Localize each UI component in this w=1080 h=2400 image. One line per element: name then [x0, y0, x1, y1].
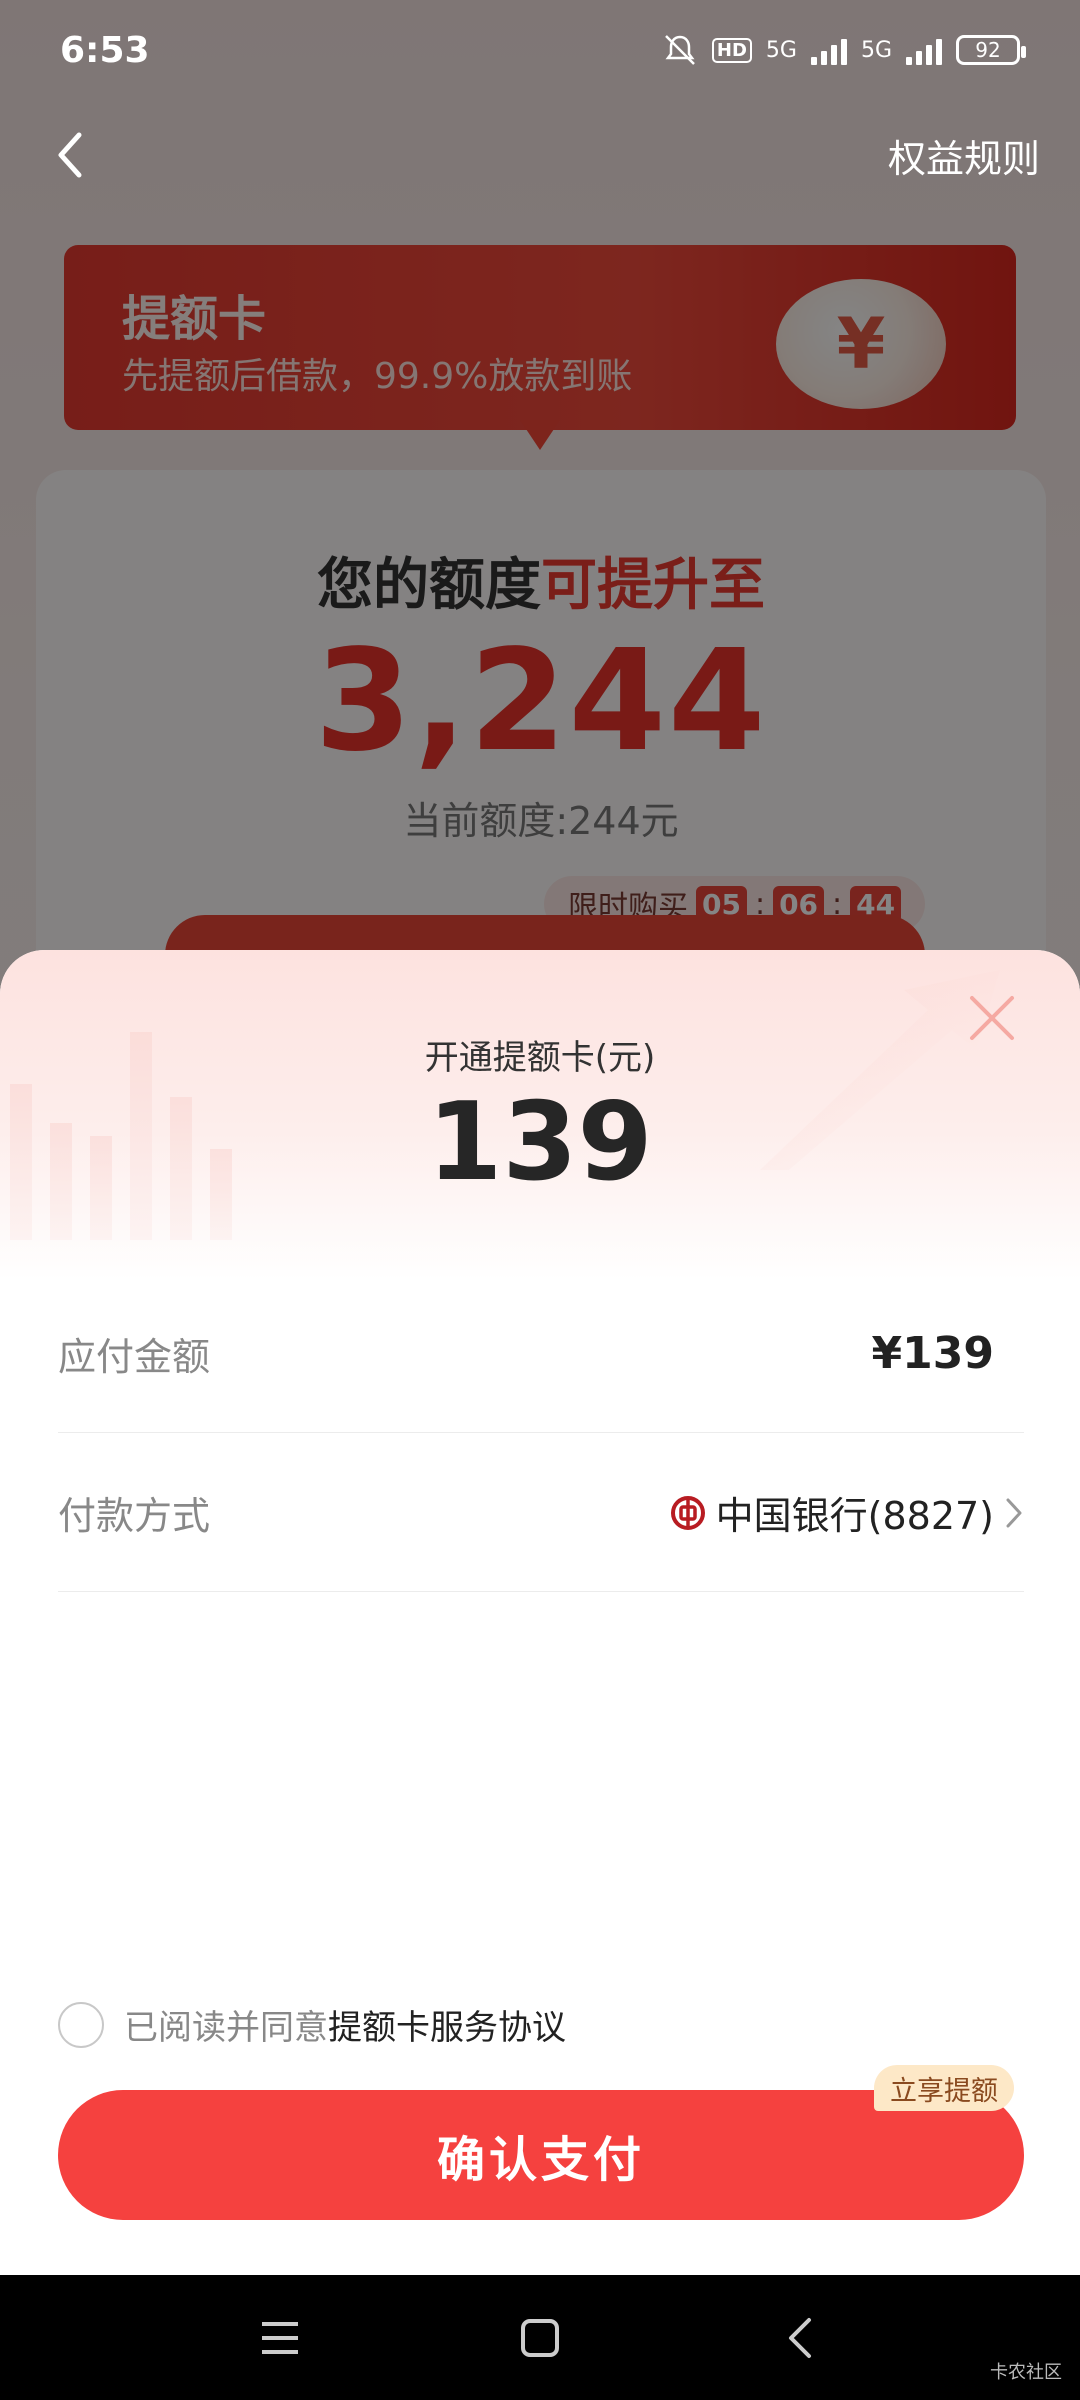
rules-link[interactable]: 权益规则 — [888, 128, 1040, 183]
payment-method-label: 付款方式 — [58, 1494, 211, 1538]
battery-icon: 92 — [956, 35, 1026, 65]
signal-icon — [810, 35, 847, 65]
signal-icon — [906, 35, 942, 65]
payable-label: 应付金额 — [58, 1335, 211, 1379]
status-icons: HD 5G 5G 92 — [662, 33, 1026, 67]
bank-of-china-icon — [670, 1495, 705, 1530]
network-label-2: 5G — [860, 37, 892, 63]
system-back-button[interactable] — [770, 2308, 830, 2368]
payment-method-selector[interactable]: 中国银行(8827) — [670, 1485, 1024, 1540]
chevron-right-icon — [1006, 1498, 1022, 1527]
sheet-amount: 139 — [427, 1080, 653, 1205]
payment-method-row[interactable]: 付款方式 中国银行(8827) — [58, 1434, 1024, 1592]
payment-method-value: 中国银行(8827) — [715, 1494, 994, 1538]
promo-badge: 立享提额 — [874, 2065, 1014, 2111]
home-button[interactable] — [510, 2308, 570, 2368]
menu-icon — [262, 2321, 298, 2354]
agreement-text: 已阅读并同意提额卡服务协议 — [124, 2000, 566, 2049]
back-triangle-icon — [789, 2317, 811, 2358]
hd-voice-icon: HD — [711, 37, 752, 63]
status-bar: 6:53 HD 5G 5G 92 — [0, 0, 1080, 100]
payable-value: ¥139 — [871, 1328, 994, 1379]
agreement-row: 已阅读并同意提额卡服务协议 — [58, 2000, 566, 2049]
payment-sheet: 开通提额卡(元) 139 应付金额 ¥139 付款方式 中国银行(8827) 已… — [0, 950, 1080, 2275]
payable-row: 应付金额 ¥139 — [58, 1275, 1024, 1433]
agreement-link[interactable]: 提额卡服务协议 — [328, 2008, 566, 2048]
home-square-icon — [521, 2318, 559, 2357]
sheet-label: 开通提额卡(元) — [424, 1038, 656, 1078]
mute-bell-icon — [665, 35, 695, 65]
menu-button[interactable] — [250, 2308, 310, 2368]
status-time: 6:53 — [60, 29, 150, 71]
watermark: 卡农社区 — [990, 2362, 1062, 2383]
system-nav-bar: 卡农社区 — [0, 2275, 1080, 2400]
sheet-header: 开通提额卡(元) 139 — [0, 950, 1080, 1280]
back-button[interactable] — [40, 125, 100, 185]
chevron-left-icon — [58, 132, 82, 178]
agreement-prefix: 已阅读并同意 — [124, 2008, 328, 2048]
nav-bar: 权益规则 — [0, 100, 1080, 210]
network-label-1: 5G — [765, 37, 797, 63]
agreement-checkbox[interactable] — [58, 2001, 104, 2048]
